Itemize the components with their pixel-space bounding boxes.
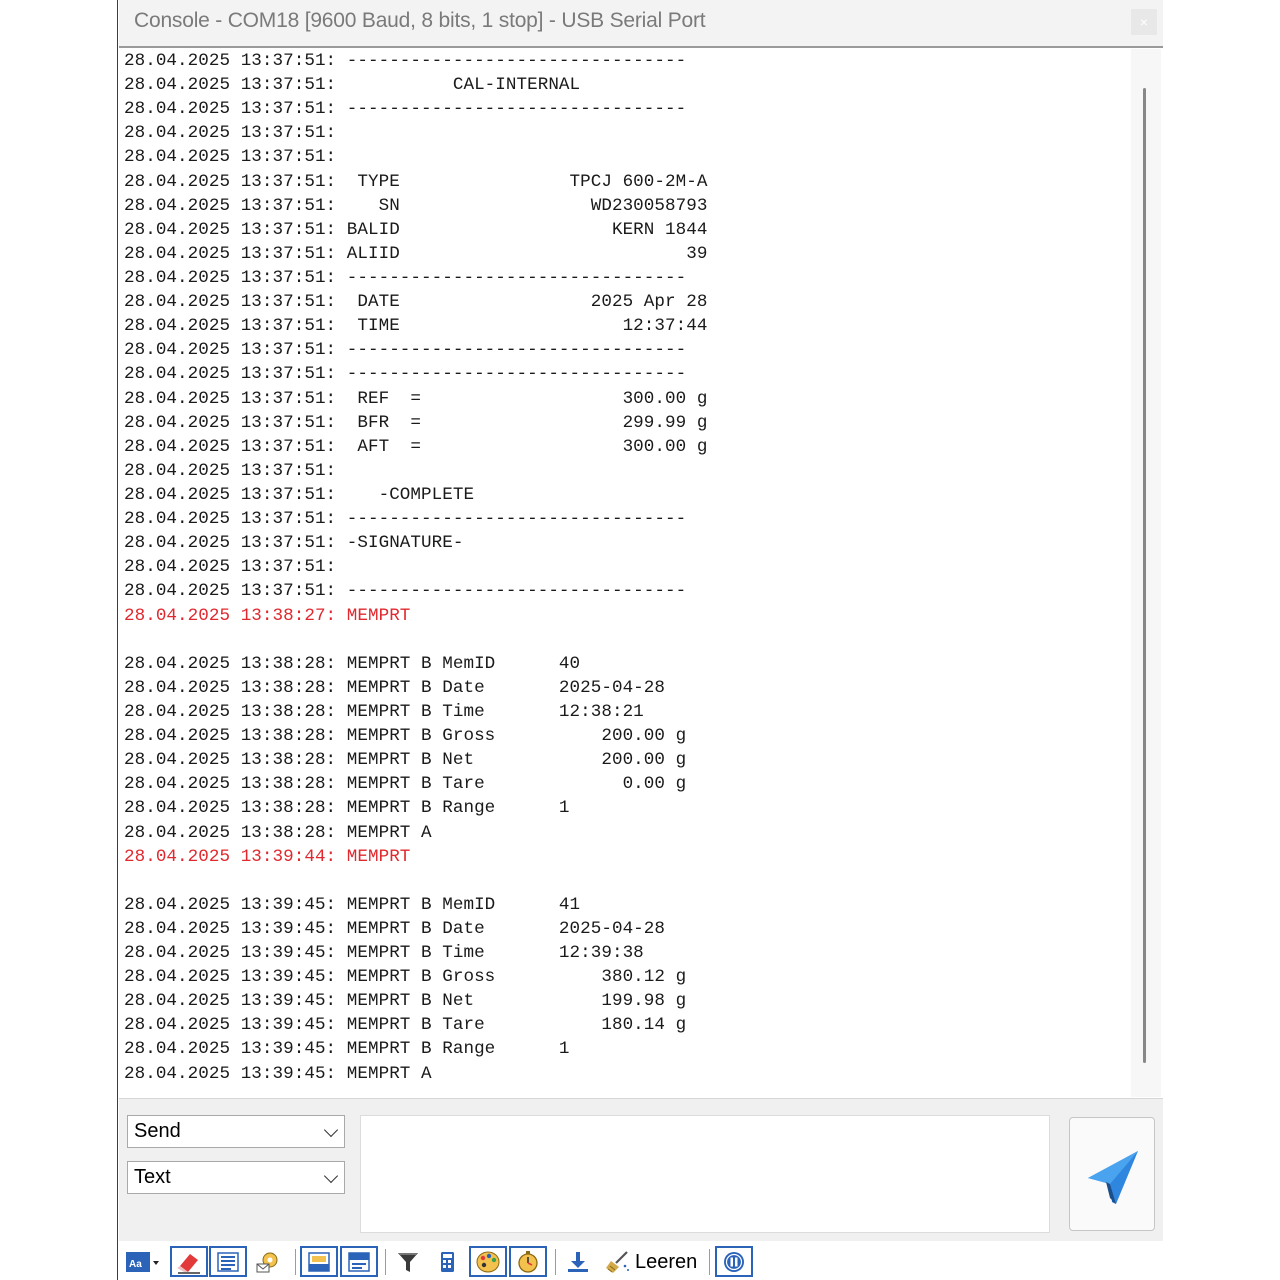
- console-line: 28.04.2025 13:37:51: -------------------…: [124, 51, 687, 71]
- console-line: 28.04.2025 13:39:45: MEMPRT B Date 2025-…: [124, 918, 666, 939]
- console-line: 28.04.2025 13:37:51: -------------------…: [124, 340, 687, 361]
- console-line: 28.04.2025 13:37:51: SN WD230058793: [124, 195, 708, 216]
- console-line: 28.04.2025 13:37:51:: [124, 123, 337, 144]
- toolbar-separator: [709, 1249, 710, 1275]
- download-button[interactable]: [561, 1246, 595, 1277]
- console-line: 28.04.2025 13:38:28: MEMPRT B Tare 0.00 …: [124, 774, 687, 795]
- calculator-button[interactable]: [430, 1246, 464, 1277]
- console-line: 28.04.2025 13:37:51: BFR = 299.99 g: [124, 412, 708, 433]
- clear-label[interactable]: Leeren: [635, 1251, 697, 1274]
- send-button[interactable]: [1069, 1117, 1155, 1231]
- dock-bottom-button[interactable]: [300, 1246, 338, 1277]
- text-lines-button[interactable]: [209, 1246, 247, 1277]
- console-line: 28.04.2025 13:39:45: MEMPRT B Time 12:39…: [124, 943, 644, 964]
- console-line: 28.04.2025 13:38:28: MEMPRT B Gross 200.…: [124, 726, 687, 747]
- filter-button[interactable]: [391, 1246, 425, 1277]
- pause-icon: [724, 1251, 744, 1272]
- window-title: Console - COM18 [9600 Baud, 8 bits, 1 st…: [134, 9, 706, 32]
- send-mode-value: Send: [134, 1120, 181, 1142]
- eraser-icon: [177, 1253, 200, 1274]
- console-line: 28.04.2025 13:37:51:: [124, 460, 337, 481]
- console-line: 28.04.2025 13:39:45: MEMPRT B Range 1: [124, 1039, 570, 1060]
- console-line: 28.04.2025 13:37:51: ALIID 39: [124, 243, 708, 264]
- send-mode-select[interactable]: Send: [127, 1115, 345, 1148]
- console-line: 28.04.2025 13:37:51: -------------------…: [124, 99, 687, 120]
- console-line: 28.04.2025 13:39:45: MEMPRT B MemID 41: [124, 894, 581, 915]
- console-line: 28.04.2025 13:37:51: BALID KERN 1844: [124, 219, 708, 240]
- console-line: 28.04.2025 13:38:28: MEMPRT A: [124, 822, 432, 843]
- console-line: 28.04.2025 13:37:51: -------------------…: [124, 509, 687, 530]
- console-line: 28.04.2025 13:37:51: AFT = 300.00 g: [124, 436, 708, 457]
- clear-button[interactable]: [600, 1246, 634, 1277]
- dock-bottom-icon: [308, 1251, 330, 1272]
- scroll-settings-icon: [256, 1252, 278, 1272]
- pause-button[interactable]: [715, 1246, 753, 1277]
- dock-top-button[interactable]: [340, 1246, 378, 1277]
- paper-plane-icon: [1088, 1151, 1138, 1204]
- filter-icon: [398, 1252, 418, 1272]
- font-button[interactable]: Aa: [123, 1246, 161, 1277]
- text-lines-icon: [217, 1251, 239, 1272]
- font-icon: Aa: [126, 1251, 159, 1272]
- title-bar[interactable]: Console - COM18 [9600 Baud, 8 bits, 1 st…: [119, 0, 1163, 48]
- console-line: 28.04.2025 13:38:27: MEMPRT: [124, 605, 411, 626]
- console-line: 28.04.2025 13:38:28: MEMPRT B MemID 40: [124, 653, 581, 674]
- console-line: 28.04.2025 13:39:45: MEMPRT A: [124, 1063, 432, 1084]
- console-line: 28.04.2025 13:37:51: REF = 300.00 g: [124, 388, 708, 409]
- chevron-down-icon: [323, 1122, 339, 1138]
- dock-top-icon: [348, 1251, 370, 1272]
- console-line: 28.04.2025 13:37:51: -------------------…: [124, 267, 687, 288]
- close-icon: ×: [1139, 14, 1149, 30]
- console-line: 28.04.2025 13:39:45: MEMPRT B Net 199.98…: [124, 991, 687, 1012]
- console-line: 28.04.2025 13:39:44: MEMPRT: [124, 846, 411, 867]
- console-lines: 28.04.2025 13:37:51: -------------------…: [124, 49, 707, 1086]
- console-line: 28.04.2025 13:38:28: MEMPRT B Date 2025-…: [124, 677, 666, 698]
- toolbar-separator: [385, 1249, 386, 1275]
- send-text-input[interactable]: [360, 1115, 1050, 1233]
- format-select[interactable]: Text: [127, 1161, 345, 1194]
- download-icon: [568, 1251, 588, 1272]
- console-line: 28.04.2025 13:39:45: MEMPRT B Gross 380.…: [124, 967, 687, 988]
- send-panel: Send Text: [119, 1098, 1163, 1241]
- scrollbar-thumb[interactable]: [1143, 88, 1146, 1063]
- console-line: 28.04.2025 13:37:51: TIME 12:37:44: [124, 316, 708, 337]
- format-value: Text: [134, 1166, 171, 1188]
- palette-icon: [476, 1251, 500, 1272]
- calculator-icon: [441, 1251, 454, 1272]
- bottom-toolbar: Aa Leeren: [119, 1242, 1163, 1280]
- console-line: 28.04.2025 13:37:51: -------------------…: [124, 364, 687, 385]
- timer-icon: [518, 1250, 538, 1273]
- toolbar-separator: [295, 1249, 296, 1275]
- svg-text:Aa: Aa: [129, 1259, 142, 1270]
- console-line: 28.04.2025 13:37:51:: [124, 557, 337, 578]
- palette-button[interactable]: [469, 1246, 507, 1277]
- chevron-down-icon: [323, 1168, 339, 1184]
- console-line: 28.04.2025 13:37:51: CAL-INTERNAL: [124, 75, 581, 96]
- console-line: 28.04.2025 13:37:51: -SIGNATURE-: [124, 533, 464, 554]
- toolbar-separator: [555, 1249, 556, 1275]
- clear-broom-icon: [606, 1250, 629, 1273]
- console-line: 28.04.2025 13:37:51: -COMPLETE: [124, 484, 475, 505]
- vertical-scrollbar[interactable]: [1131, 49, 1161, 1097]
- console-line: 28.04.2025 13:37:51: TYPE TPCJ 600-2M-A: [124, 171, 708, 192]
- console-window: Console - COM18 [9600 Baud, 8 bits, 1 st…: [118, 0, 1163, 1280]
- console-line: 28.04.2025 13:39:45: MEMPRT B Tare 180.1…: [124, 1015, 687, 1036]
- console-line: 28.04.2025 13:38:28: MEMPRT B Range 1: [124, 798, 570, 819]
- console-line: 28.04.2025 13:38:28: MEMPRT B Net 200.00…: [124, 750, 687, 771]
- console-line: 28.04.2025 13:37:51:: [124, 147, 337, 168]
- console-output[interactable]: 28.04.2025 13:37:51: -------------------…: [120, 49, 1130, 1097]
- eraser-button[interactable]: [170, 1246, 208, 1277]
- console-line: 28.04.2025 13:37:51: DATE 2025 Apr 28: [124, 292, 708, 313]
- close-button[interactable]: ×: [1131, 9, 1157, 35]
- timer-button[interactable]: [509, 1246, 547, 1277]
- console-line: 28.04.2025 13:38:28: MEMPRT B Time 12:38…: [124, 701, 644, 722]
- console-line: 28.04.2025 13:37:51: -------------------…: [124, 581, 687, 602]
- scroll-settings-button[interactable]: [251, 1246, 285, 1277]
